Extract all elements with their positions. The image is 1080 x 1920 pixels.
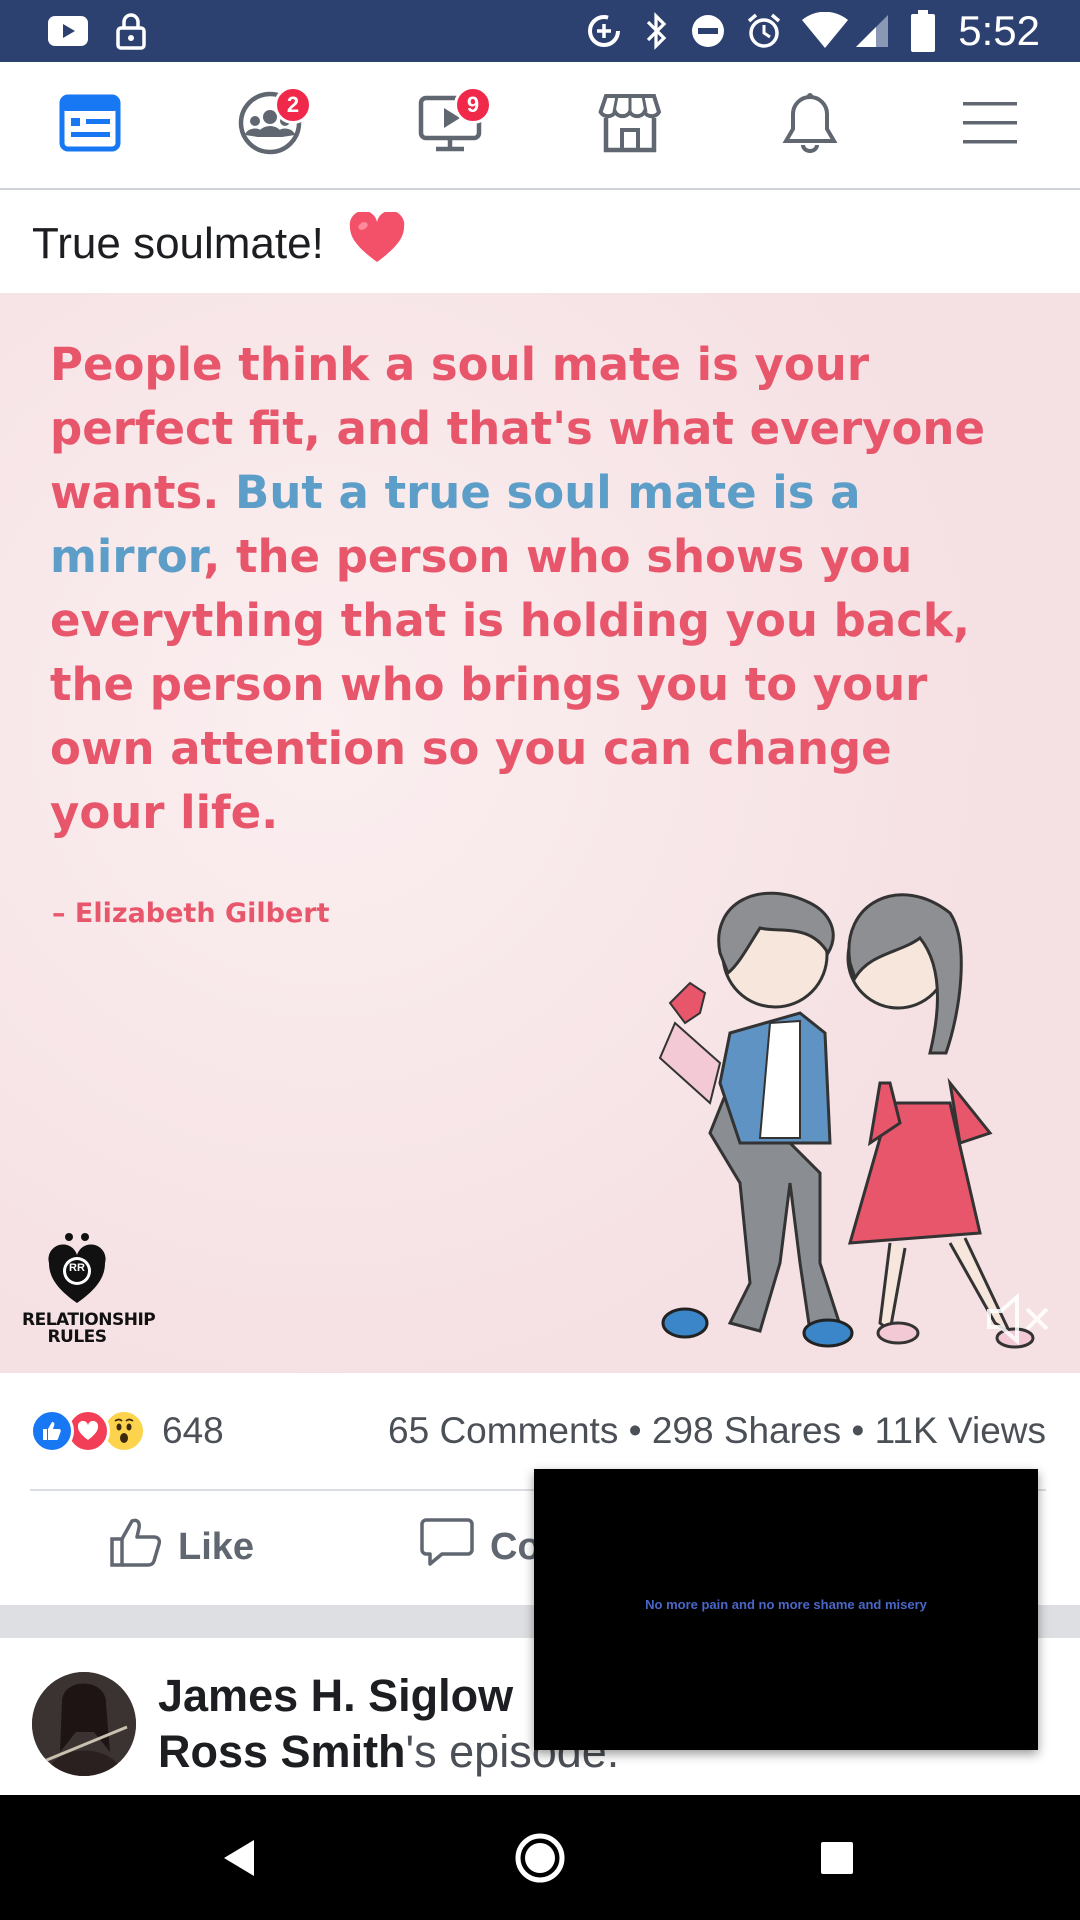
status-time: 5:52 xyxy=(958,7,1040,54)
quote-author: – Elizabeth Gilbert xyxy=(52,898,330,929)
youtube-icon xyxy=(46,8,90,54)
logo-text-line-2: RULES xyxy=(47,1327,107,1347)
groups-badge: 2 xyxy=(274,86,312,124)
bluetooth-icon xyxy=(640,8,674,54)
back-button[interactable] xyxy=(180,1795,300,1920)
bell-icon xyxy=(780,91,840,160)
comment-button[interactable]: Co xyxy=(420,1510,541,1584)
wifi-icon xyxy=(800,8,850,54)
nav-marketplace[interactable] xyxy=(560,62,700,188)
post-message: True soulmate! xyxy=(32,210,406,275)
kissing-couple-illustration xyxy=(658,891,1035,1349)
back-icon xyxy=(224,1839,254,1876)
lock-icon xyxy=(114,8,148,54)
thumbs-up-icon xyxy=(108,1515,162,1579)
next-story-author[interactable]: James H. Siglow xyxy=(158,1670,513,1721)
nav-notifications[interactable] xyxy=(740,62,880,188)
hamburger-menu-icon xyxy=(961,98,1019,153)
avatar[interactable] xyxy=(32,1672,136,1776)
heart-emoji-icon xyxy=(348,210,406,275)
signal-icon xyxy=(852,8,892,54)
floating-video-player[interactable]: No more pain and no more shame and miser… xyxy=(534,1469,1038,1750)
reactions-summary[interactable]: 648 xyxy=(30,1407,224,1455)
like-icon xyxy=(30,1409,74,1453)
home-button[interactable] xyxy=(480,1795,600,1920)
data-saver-icon xyxy=(584,8,624,54)
like-label: Like xyxy=(178,1525,255,1568)
android-navigation-bar xyxy=(0,1795,1080,1920)
quote-text: People think a soul mate is your perfect… xyxy=(50,333,1010,845)
next-story-page[interactable]: Ross Smith xyxy=(158,1726,406,1777)
alarm-icon xyxy=(744,8,784,54)
battery-icon xyxy=(908,8,938,54)
post-stats[interactable]: 65 Comments • 298 Shares • 11K Views xyxy=(388,1407,1046,1455)
relationship-rules-logo: RR RELATIONSHIP RULES xyxy=(22,1231,156,1347)
post-image[interactable]: People think a soul mate is your perfect… xyxy=(0,293,1080,1373)
top-nav-bar: 2 9 xyxy=(0,62,1080,190)
mute-icon[interactable] xyxy=(985,1292,1051,1350)
video-caption: No more pain and no more shame and miser… xyxy=(645,1597,927,1612)
recents-icon xyxy=(821,1841,853,1874)
post-message-text: True soulmate! xyxy=(32,218,324,268)
watch-badge: 9 xyxy=(454,86,492,124)
nav-groups[interactable]: 2 xyxy=(200,62,340,188)
status-bar: 5:52 xyxy=(0,0,1080,62)
nav-news-feed[interactable] xyxy=(20,62,160,188)
nav-watch[interactable]: 9 xyxy=(380,62,520,188)
home-icon xyxy=(515,1833,565,1882)
comment-icon xyxy=(420,1516,474,1578)
reaction-count: 648 xyxy=(162,1410,224,1451)
news-feed-icon xyxy=(59,92,121,159)
nav-menu[interactable] xyxy=(920,62,1060,188)
recents-button[interactable] xyxy=(777,1795,897,1920)
like-button[interactable]: Like xyxy=(108,1510,254,1584)
logo-badge-text: RR xyxy=(69,1262,85,1274)
do-not-disturb-icon xyxy=(688,8,728,54)
marketplace-icon xyxy=(598,92,662,159)
